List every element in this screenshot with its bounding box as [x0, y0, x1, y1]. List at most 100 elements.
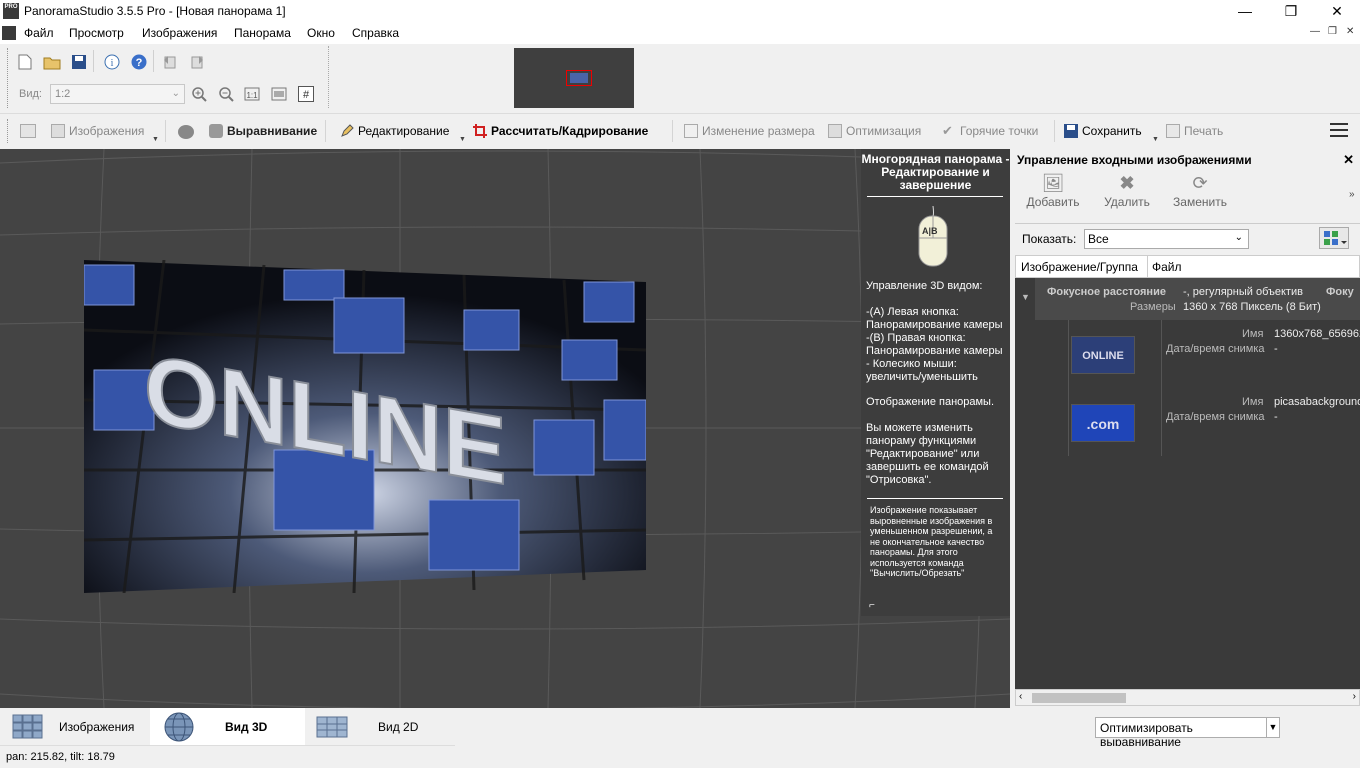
- zoom-in-icon[interactable]: [189, 84, 209, 104]
- tab-images[interactable]: Изображения: [0, 708, 150, 746]
- remove-image-button[interactable]: ✖ Удалить: [1092, 173, 1162, 209]
- show-filter-select[interactable]: Все ⌄: [1084, 229, 1249, 249]
- grid-icon[interactable]: #: [296, 84, 316, 104]
- panel-title: Управление входными изображениями: [1017, 153, 1252, 167]
- resize-button[interactable]: Изменение размера: [684, 124, 815, 138]
- save-icon: [1064, 124, 1078, 138]
- alignment-button[interactable]: Выравнивание: [209, 124, 317, 138]
- collapse-corner-icon[interactable]: ⌐: [869, 600, 875, 611]
- menu-window[interactable]: Окно: [307, 26, 335, 40]
- printer-icon: [1166, 124, 1180, 138]
- svg-text:#: #: [303, 89, 310, 101]
- redo-icon[interactable]: [187, 52, 207, 72]
- scroll-left-icon[interactable]: ‹: [1019, 691, 1022, 702]
- help-mouse-instructions: -(A) Левая кнопка: Панорамирование камер…: [866, 306, 1003, 383]
- chevron-down-icon: ⌄: [1234, 232, 1243, 243]
- new-file-icon[interactable]: [15, 52, 35, 72]
- mdi-close-button[interactable]: ✕: [1346, 26, 1354, 37]
- image-thumbnail: ONLINE: [1071, 336, 1135, 374]
- save-icon[interactable]: [69, 52, 89, 72]
- menu-file[interactable]: Файл: [24, 26, 54, 40]
- open-folder-icon[interactable]: [42, 52, 62, 72]
- replace-image-button[interactable]: ⟳ Заменить: [1165, 173, 1235, 209]
- flat-grid-icon: [316, 716, 348, 738]
- doc-icon[interactable]: [2, 26, 16, 40]
- save-dropdown-arrow[interactable]: ▼: [1152, 136, 1159, 143]
- menu-view[interactable]: Просмотр: [69, 26, 124, 40]
- print-button-label: Печать: [1184, 124, 1224, 138]
- hamburger-menu-icon[interactable]: [1330, 123, 1348, 137]
- column-line: [1161, 320, 1162, 388]
- edit-button-label: Редактирование: [358, 124, 450, 138]
- view-mode-button[interactable]: [1319, 227, 1349, 249]
- add-image-button[interactable]: 🖼 Добавить: [1018, 173, 1088, 209]
- images-group-icon[interactable]: [20, 124, 36, 138]
- tree-line: [1068, 320, 1069, 388]
- edit-button[interactable]: Редактирование: [340, 124, 449, 138]
- alignment-group-icon[interactable]: [178, 125, 194, 139]
- column-header-group[interactable]: Изображение/Группа: [1021, 260, 1138, 274]
- app-icon: PRO: [3, 3, 19, 19]
- dropdown-arrow-icon[interactable]: ▼: [1266, 718, 1279, 737]
- name-label: Имя: [1242, 328, 1264, 340]
- column-header-file[interactable]: Файл: [1152, 260, 1182, 274]
- collapse-group-icon[interactable]: ▼: [1021, 292, 1030, 302]
- panel-close-icon[interactable]: ✕: [1343, 152, 1354, 168]
- zoom-out-icon[interactable]: [216, 84, 236, 104]
- horizontal-scrollbar[interactable]: ‹ ›: [1015, 689, 1360, 706]
- column-divider[interactable]: [1147, 256, 1148, 277]
- mdi-minimize-button[interactable]: —: [1310, 26, 1320, 37]
- images-button[interactable]: Изображения: [51, 124, 144, 138]
- toolbar-grip[interactable]: [7, 48, 10, 108]
- optimize-button[interactable]: Оптимизация: [828, 124, 921, 138]
- image-list[interactable]: ▼ Фокусное расстояние -, регулярный объе…: [1015, 278, 1360, 689]
- save-button-label: Сохранить: [1082, 124, 1142, 138]
- toolbar-separator: [153, 50, 154, 72]
- column-line: [1161, 388, 1162, 456]
- date-value: -: [1274, 411, 1278, 423]
- overflow-chevron-icon[interactable]: »: [1349, 189, 1355, 200]
- menu-help[interactable]: Справка: [352, 26, 399, 40]
- panorama-3d-viewport[interactable]: ONLINE: [0, 149, 1010, 708]
- tab-view-2d-label: Вид 2D: [378, 720, 419, 734]
- help-3d-control-heading: Управление 3D видом:: [866, 280, 983, 292]
- info-icon[interactable]: i: [102, 52, 122, 72]
- scrollbar-thumb[interactable]: [1032, 693, 1126, 703]
- help-title: Многорядная панорама - Редактирование и …: [861, 152, 1010, 192]
- group-row[interactable]: Фокусное расстояние -, регулярный объект…: [1035, 278, 1360, 320]
- file-name: picasabackground.bn: [1274, 396, 1360, 408]
- fit-window-icon[interactable]: [269, 84, 289, 104]
- menu-images[interactable]: Изображения: [142, 26, 217, 40]
- edit-dropdown-arrow[interactable]: ▼: [459, 136, 466, 143]
- actual-size-icon[interactable]: 1:1: [242, 84, 262, 104]
- view-label: Вид:: [19, 88, 42, 100]
- mouse-icon: A|B: [918, 205, 948, 268]
- tab-view-3d[interactable]: Вид 3D: [150, 708, 305, 746]
- optimize-alignment-button[interactable]: Оптимизировать выравнивание ▼: [1095, 717, 1280, 749]
- tab-view-2d[interactable]: Вид 2D: [305, 708, 455, 746]
- close-button[interactable]: ✕: [1314, 0, 1360, 23]
- add-image-icon: 🖼: [1041, 173, 1065, 193]
- add-image-label: Добавить: [1026, 195, 1080, 209]
- images-dropdown-arrow[interactable]: ▼: [152, 136, 159, 143]
- zoom-select[interactable]: 1:2 ⌄: [50, 84, 185, 104]
- maximize-button[interactable]: ❐: [1268, 0, 1314, 23]
- navigator-thumbnail[interactable]: [514, 48, 634, 108]
- help-icon[interactable]: ?: [129, 52, 149, 72]
- list-item[interactable]: ONLINE Имя 1360x768_656962_[ Дата/время …: [1055, 320, 1360, 388]
- menu-panorama[interactable]: Панорама: [234, 26, 291, 40]
- render-crop-button[interactable]: Рассчитать/Кадрирование: [473, 124, 648, 138]
- date-value: -: [1274, 343, 1278, 355]
- save-button[interactable]: Сохранить: [1064, 124, 1142, 138]
- mdi-restore-button[interactable]: ❐: [1328, 26, 1337, 37]
- toolbar-separator: [325, 120, 326, 142]
- scroll-right-icon[interactable]: ›: [1353, 691, 1356, 702]
- show-filter-value: Все: [1088, 232, 1109, 246]
- hotspots-button[interactable]: ✔ Горячие точки: [942, 124, 1038, 139]
- list-item[interactable]: .com Имя picasabackground.bn Дата/время …: [1055, 388, 1360, 456]
- help-edit-text: Вы можете изменить панораму функциями "Р…: [866, 422, 989, 486]
- undo-icon[interactable]: [160, 52, 180, 72]
- print-button[interactable]: Печать: [1166, 124, 1223, 138]
- minimize-button[interactable]: —: [1222, 0, 1268, 23]
- images-grid-icon: [12, 714, 43, 739]
